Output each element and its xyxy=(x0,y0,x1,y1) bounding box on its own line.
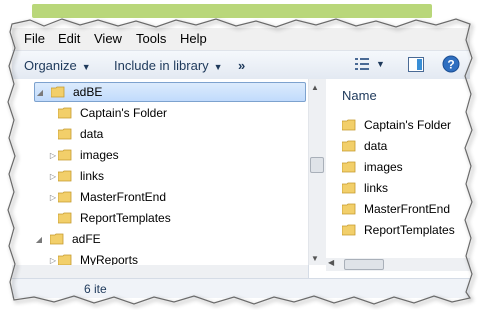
torn-edge-frame xyxy=(7,18,473,305)
